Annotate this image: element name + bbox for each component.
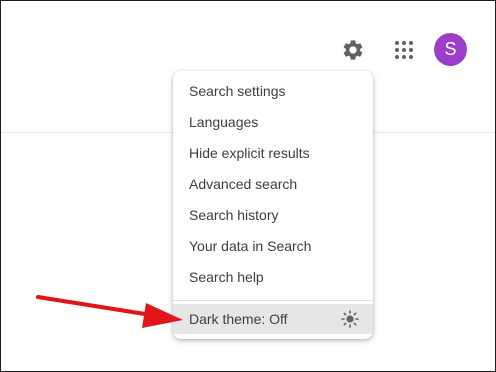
menu-item-advanced-search[interactable]: Advanced search: [173, 169, 373, 200]
gear-icon: [343, 40, 363, 60]
settings-menu: Search settings Languages Hide explicit …: [173, 71, 373, 339]
dark-theme-label: Dark theme: Off: [189, 311, 288, 327]
sun-icon: [341, 310, 359, 328]
apps-grid-icon: [395, 41, 413, 59]
browser-page: S Search settings Languages Hide explici…: [0, 0, 496, 372]
settings-button[interactable]: [339, 36, 367, 64]
google-apps-button[interactable]: [390, 36, 418, 64]
account-avatar[interactable]: S: [434, 33, 467, 66]
dark-theme-toggle[interactable]: Dark theme: Off: [173, 304, 373, 334]
menu-item-search-history[interactable]: Search history: [173, 200, 373, 231]
menu-item-hide-explicit-results[interactable]: Hide explicit results: [173, 138, 373, 169]
menu-divider: [173, 300, 373, 301]
menu-item-search-settings[interactable]: Search settings: [173, 76, 373, 107]
menu-item-languages[interactable]: Languages: [173, 107, 373, 138]
menu-item-search-help[interactable]: Search help: [173, 262, 373, 293]
menu-item-your-data-in-search[interactable]: Your data in Search: [173, 231, 373, 262]
